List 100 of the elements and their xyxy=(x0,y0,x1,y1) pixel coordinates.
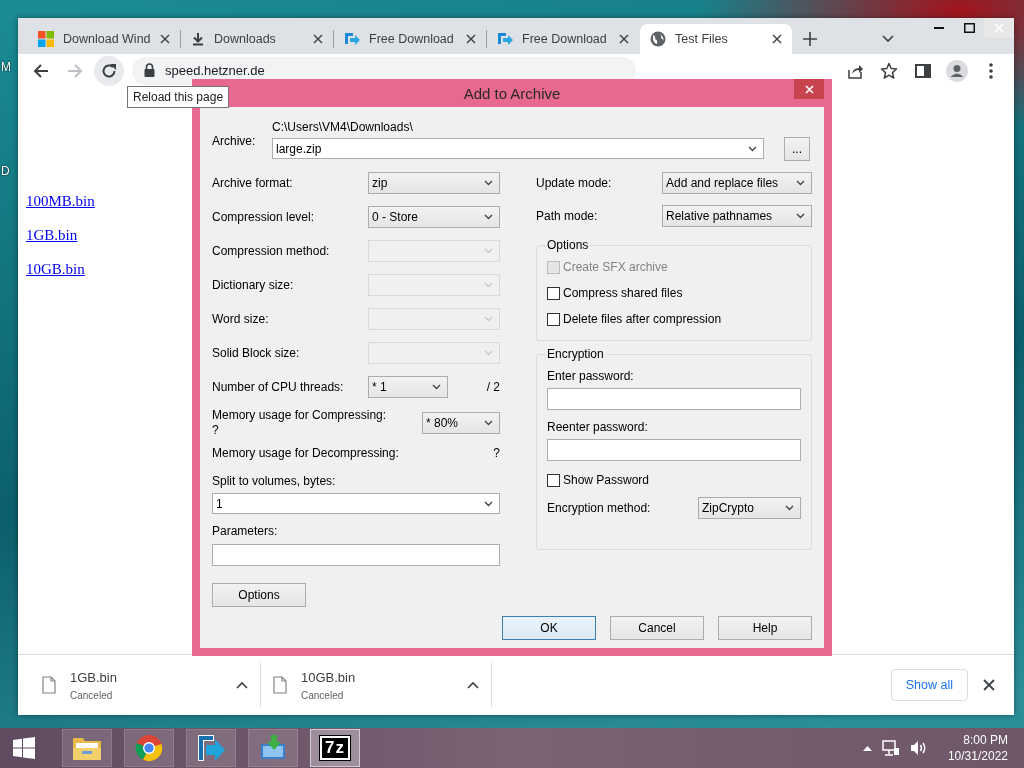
chevron-icon xyxy=(785,505,794,511)
taskbar-button[interactable] xyxy=(186,729,236,767)
field-label: Archive: xyxy=(212,132,257,148)
checkbox-label: Compress shared files xyxy=(563,286,683,300)
chevron-icon xyxy=(484,214,493,220)
back-arrow-icon xyxy=(33,63,49,79)
browser-tab[interactable]: Free Download xyxy=(487,24,639,54)
browser-tab[interactable]: Free Download xyxy=(334,24,486,54)
forward-arrow-icon xyxy=(67,63,83,79)
download-status: Canceled xyxy=(70,689,114,701)
checkbox[interactable] xyxy=(547,286,560,300)
field-label: Memory usage for Decompressing: xyxy=(212,446,399,460)
password-field[interactable] xyxy=(547,439,801,461)
dialog-button[interactable]: OK xyxy=(502,616,596,640)
close-icon[interactable] xyxy=(160,34,170,44)
password-field[interactable] xyxy=(547,388,801,410)
taskbar-button[interactable] xyxy=(248,729,298,767)
browser-tab[interactable]: Downloads xyxy=(181,24,333,54)
transfer-arrow-icon xyxy=(196,733,226,763)
checkbox-label: Show Password xyxy=(563,473,650,487)
field-label: Reenter password: xyxy=(547,420,649,435)
dropdown[interactable]: * 1 xyxy=(368,376,448,398)
windows-logo-icon xyxy=(38,31,54,47)
chevron-icon xyxy=(748,145,757,152)
close-button[interactable] xyxy=(794,79,824,99)
field-label: Update mode: xyxy=(536,176,613,190)
reload-icon xyxy=(101,63,117,79)
dropdown[interactable]: ZipCrypto xyxy=(698,497,801,519)
desktop-label: D xyxy=(1,164,10,178)
chevron-icon xyxy=(484,248,493,254)
download-name[interactable]: 10GB.bin xyxy=(301,669,453,685)
desktop-label: M xyxy=(1,60,11,74)
minimize-icon xyxy=(934,27,944,29)
show-all-button[interactable]: Show all xyxy=(890,669,968,701)
download-icon xyxy=(191,32,205,46)
field-label: Compression level: xyxy=(212,210,316,224)
split-volumes-field[interactable]: 1 xyxy=(212,493,500,514)
chevron-icon xyxy=(796,213,805,219)
dialog-button[interactable]: Cancel xyxy=(610,616,704,640)
clock-date[interactable]: 10/31/2022 xyxy=(947,748,1008,764)
browser-tab[interactable]: Test Files xyxy=(640,24,792,54)
file-link[interactable]: 1GB.bin xyxy=(26,226,78,245)
chevron-icon xyxy=(484,282,493,288)
caret-icon[interactable] xyxy=(862,745,872,751)
chevron-icon xyxy=(484,500,493,507)
caret-icon[interactable] xyxy=(467,681,479,689)
close-icon[interactable] xyxy=(466,34,476,44)
browse-button[interactable]: ... xyxy=(784,137,810,161)
plus-icon xyxy=(803,32,817,46)
field-label: Split to volumes, bytes: xyxy=(212,474,337,488)
dropdown[interactable]: zip xyxy=(368,172,500,194)
file-link[interactable]: 10GB.bin xyxy=(26,260,85,279)
options-button[interactable]: Options xyxy=(212,583,306,607)
archive-name-field[interactable]: large.zip xyxy=(272,138,764,159)
dropdown[interactable]: 0 - Store xyxy=(368,206,500,228)
clock-time[interactable]: 8:00 PM xyxy=(963,732,1008,748)
close-icon xyxy=(804,84,814,94)
chevron-icon xyxy=(484,180,493,186)
close-icon[interactable] xyxy=(772,34,782,44)
field-label: Archive format: xyxy=(212,176,294,190)
dialog-button[interactable]: Help xyxy=(718,616,812,640)
dropdown[interactable]: Relative pathnames xyxy=(662,205,812,227)
close-icon[interactable] xyxy=(619,34,629,44)
browser-tab[interactable]: Download Wind xyxy=(28,24,180,54)
field-label: Memory usage for Compressing: xyxy=(212,408,388,423)
dropdown[interactable]: * 80% xyxy=(422,412,500,434)
taskbar-button[interactable] xyxy=(62,729,112,767)
group-title: Options xyxy=(546,238,590,252)
folder-path: C:\Users\VM4\Downloads\ xyxy=(272,120,414,135)
checkbox-label: Delete files after compression xyxy=(563,312,722,326)
chevron-icon xyxy=(796,180,805,186)
parameters-field[interactable] xyxy=(212,544,500,566)
chevron-icon xyxy=(432,384,441,390)
globe-icon xyxy=(650,31,666,47)
reload-button[interactable] xyxy=(94,56,124,86)
group-title: Encryption xyxy=(546,347,605,361)
checkbox[interactable] xyxy=(547,473,560,487)
download-name[interactable]: 1GB.bin xyxy=(70,669,222,685)
network-icon[interactable] xyxy=(881,740,900,756)
transfer-arrow-icon xyxy=(497,31,513,47)
field-label: Solid Block size: xyxy=(212,346,301,360)
memory-value: ? xyxy=(212,423,219,438)
browser-logo-icon xyxy=(135,734,163,762)
volume-icon[interactable] xyxy=(909,740,928,756)
field-label: Parameters: xyxy=(212,524,279,538)
taskbar-button[interactable]: 7z xyxy=(310,729,360,767)
chevron-icon xyxy=(484,316,493,322)
checkbox[interactable] xyxy=(547,312,560,326)
file-icon xyxy=(42,676,56,694)
file-link[interactable]: 100MB.bin xyxy=(26,192,95,211)
caret-icon[interactable] xyxy=(236,681,248,689)
close-icon[interactable] xyxy=(313,34,323,44)
field-label: Compression method: xyxy=(212,244,331,258)
field-label: Word size: xyxy=(212,312,270,326)
taskbar-button[interactable] xyxy=(124,729,174,767)
close-icon xyxy=(983,679,995,691)
field-label: Dictionary size: xyxy=(212,278,295,292)
windows-logo-icon xyxy=(13,737,35,759)
dropdown[interactable]: Add and replace files xyxy=(662,172,812,194)
tooltip: Reload this page xyxy=(127,86,230,108)
